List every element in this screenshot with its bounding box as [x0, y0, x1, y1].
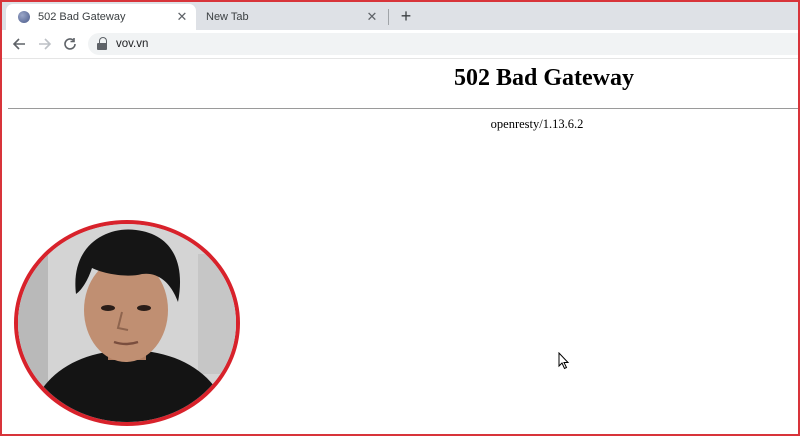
tab-502-bad-gateway[interactable]: 502 Bad Gateway ✕ — [6, 4, 196, 30]
lock-icon[interactable] — [96, 37, 108, 51]
portrait-photo — [14, 220, 240, 426]
browser-toolbar: vov.vn — [2, 30, 798, 59]
tab-title: New Tab — [206, 11, 249, 23]
screenshot-frame: 502 Bad Gateway ✕ New Tab ✕ + vov.vn 502… — [0, 0, 800, 436]
back-arrow-icon[interactable] — [9, 34, 29, 54]
forward-arrow-icon[interactable] — [35, 34, 55, 54]
divider — [8, 108, 798, 109]
page-title: 502 Bad Gateway — [454, 65, 634, 91]
tab-separator — [388, 9, 389, 25]
address-bar[interactable]: vov.vn — [88, 33, 798, 55]
globe-icon — [18, 11, 30, 23]
reload-icon[interactable] — [60, 34, 80, 54]
server-signature: openresty/1.13.6.2 — [490, 117, 584, 131]
mouse-cursor-icon — [558, 351, 570, 370]
tab-title: 502 Bad Gateway — [38, 11, 126, 23]
url-text: vov.vn — [116, 38, 149, 50]
tab-new-tab[interactable]: New Tab ✕ — [198, 4, 386, 30]
close-icon[interactable]: ✕ — [174, 9, 190, 25]
tab-strip: 502 Bad Gateway ✕ New Tab ✕ + — [2, 2, 798, 30]
plus-icon[interactable]: + — [395, 6, 417, 26]
close-icon[interactable]: ✕ — [364, 9, 380, 25]
